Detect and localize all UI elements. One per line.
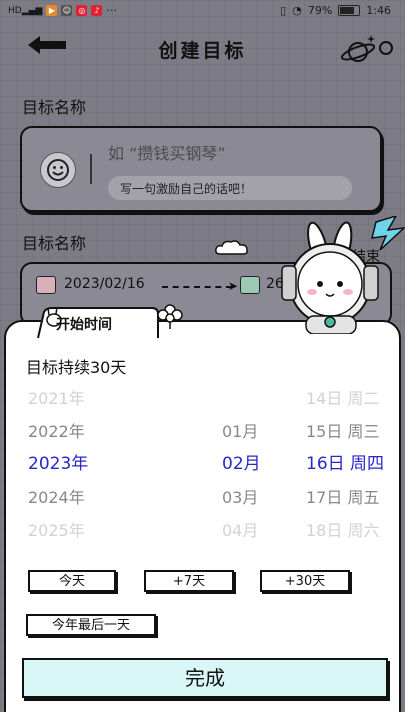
year-option[interactable]: 2022年	[28, 415, 118, 448]
day-option[interactable]: 18日 周六	[306, 514, 396, 547]
divider	[90, 154, 92, 184]
day-option-selected[interactable]: 16日 周四	[306, 448, 396, 481]
system-nav-bar	[0, 712, 405, 720]
year-option[interactable]: 2021年	[28, 382, 118, 415]
goal-name-card: 写一句激励自己的话吧！	[20, 126, 382, 212]
cloud-icon	[215, 240, 248, 255]
date-wheel-picker[interactable]: 2021年 2022年 2023年 2024年 2025年 01月 02月 03…	[6, 382, 399, 554]
month-option[interactable]	[222, 382, 312, 415]
screen: HD▂▄▆ ▶ ☺ ◎ ♪ ··· ▯ ◔ 79% 1:46 创建目标 目标名称	[0, 0, 405, 720]
app-notification-icon: ☺	[61, 5, 73, 16]
status-icons-right: ▯ ◔ 79% 1:46	[280, 4, 391, 17]
vibrate-icon: ▯	[280, 4, 287, 17]
plus-7-days-button[interactable]: +7天	[144, 570, 234, 592]
year-option[interactable]: 2025年	[28, 514, 118, 547]
planet-icon	[340, 35, 393, 62]
app-notification-icon: ♪	[91, 5, 103, 16]
calendar-icon	[240, 276, 260, 294]
today-button[interactable]: 今天	[28, 570, 116, 592]
start-time-label: 开始时间	[56, 317, 112, 333]
month-wheel[interactable]: 01月 02月 03月 04月	[222, 382, 312, 547]
flower-icon	[157, 304, 183, 329]
calendar-icon	[36, 276, 56, 294]
battery-percent: 79%	[307, 4, 333, 17]
arrow-right-icon: ➤	[228, 279, 239, 293]
day-wheel[interactable]: 14日 周二 15日 周三 16日 周四 17日 周五 18日 周六	[306, 382, 396, 547]
month-option[interactable]: 03月	[222, 481, 312, 514]
year-wheel[interactable]: 2021年 2022年 2023年 2024年 2025年	[28, 382, 118, 547]
smiley-icon	[47, 159, 69, 181]
app-notification-icon: ◎	[76, 5, 88, 16]
date-picker-sheet: 目标持续30天 2021年 2022年 2023年 2024年 2025年 01…	[4, 320, 401, 720]
date-section-label: 目标名称	[22, 234, 87, 253]
start-date: 2023/02/16	[64, 276, 145, 292]
start-time-tab: 开始时间	[34, 306, 162, 340]
signal-icon: HD▂▄▆	[8, 5, 43, 16]
year-end-button[interactable]: 今年最后一天	[26, 614, 156, 636]
duration-label: 目标持续30天	[26, 358, 127, 377]
app-notification-icon: ▶	[46, 5, 58, 16]
day-option[interactable]: 17日 周五	[306, 481, 396, 514]
month-option[interactable]: 04月	[222, 514, 312, 547]
year-option[interactable]: 2024年	[28, 481, 118, 514]
emoji-picker-button[interactable]	[40, 152, 76, 188]
goal-name-label: 目标名称	[22, 98, 87, 117]
day-option[interactable]: 15日 周三	[306, 415, 396, 448]
status-bar: HD▂▄▆ ▶ ☺ ◎ ♪ ··· ▯ ◔ 79% 1:46	[0, 0, 405, 24]
plus-30-days-button[interactable]: +30天	[260, 570, 350, 592]
astronaut-rabbit-illustration	[281, 216, 405, 334]
date-connector	[162, 286, 232, 288]
clock: 1:46	[366, 4, 391, 17]
done-button[interactable]: 完成	[22, 658, 388, 698]
status-icons-left: HD▂▄▆ ▶ ☺ ◎ ♪ ···	[8, 4, 117, 17]
motto-placeholder: 写一句激励自己的话吧！	[120, 182, 253, 196]
month-option-selected[interactable]: 02月	[222, 448, 312, 481]
speed-icon: ◔	[292, 4, 302, 17]
more-notifications: ···	[106, 4, 117, 17]
year-option-selected[interactable]: 2023年	[28, 448, 118, 481]
goal-name-input[interactable]	[108, 142, 348, 164]
month-option[interactable]: 01月	[222, 415, 312, 448]
day-option[interactable]: 14日 周二	[306, 382, 396, 415]
battery-icon	[338, 5, 361, 16]
motto-input[interactable]: 写一句激励自己的话吧！	[108, 176, 352, 200]
